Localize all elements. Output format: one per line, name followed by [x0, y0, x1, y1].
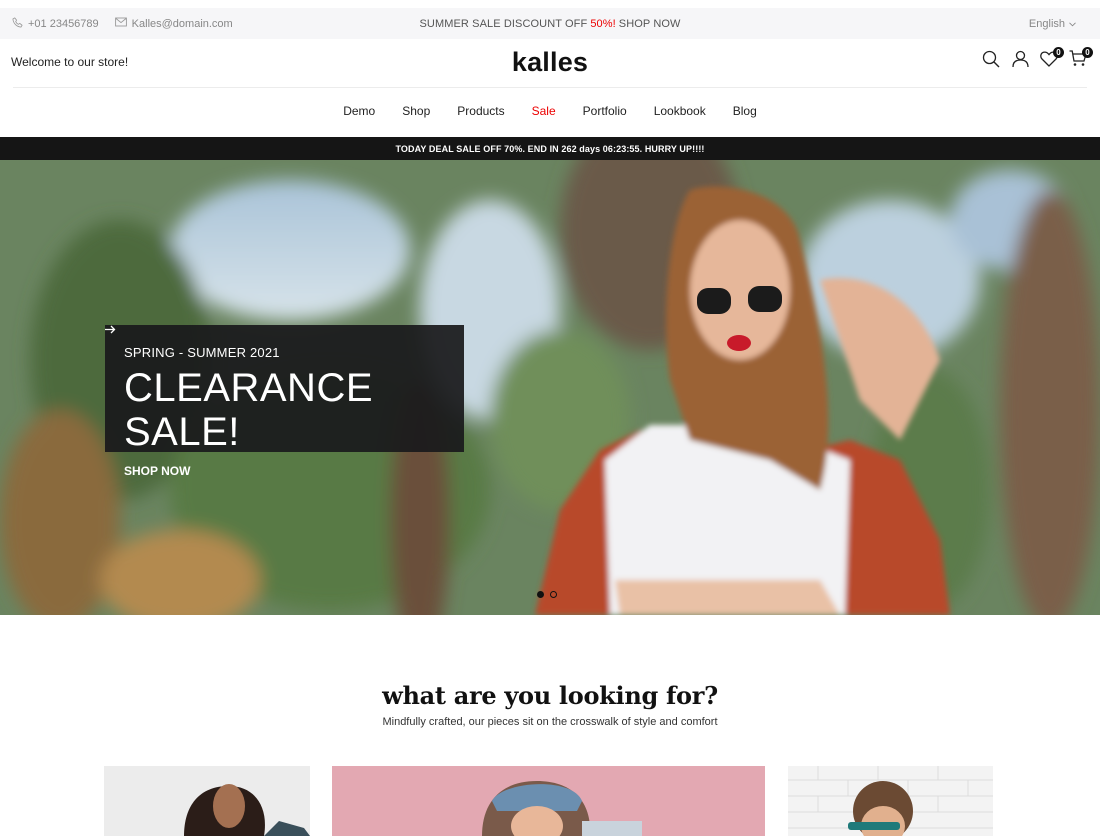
search-icon: [982, 50, 1000, 73]
hero-title: CLEARANCE SALE!: [124, 366, 374, 454]
nav-item-blog[interactable]: Blog: [733, 104, 757, 118]
deal-countdown-text: TODAY DEAL SALE OFF 70%. END IN 262 days…: [395, 143, 705, 154]
nav-item-demo[interactable]: Demo: [343, 104, 375, 118]
hero-subtitle: SPRING - SUMMER 2021: [124, 345, 280, 360]
hero-cta-label: SHOP NOW: [124, 464, 191, 478]
wishlist-button[interactable]: 0: [1039, 47, 1064, 71]
promo-text: SUMMER SALE DISCOUNT OFF: [419, 17, 588, 30]
main-navigation: Demo Shop Products Sale Portfolio Lookbo…: [0, 88, 1100, 134]
promo-shop-now-link[interactable]: SHOP NOW: [619, 18, 681, 30]
nav-item-shop[interactable]: Shop: [402, 104, 430, 118]
user-icon: [1011, 50, 1029, 73]
categories-subheading: Mindfully crafted, our pieces sit on the…: [382, 716, 718, 728]
nav-item-portfolio[interactable]: Portfolio: [583, 104, 627, 118]
slider-pagination: [537, 591, 557, 598]
nav-item-lookbook[interactable]: Lookbook: [654, 104, 706, 118]
categories-heading: what are you looking for?: [382, 681, 718, 710]
cart-button[interactable]: 0: [1068, 47, 1093, 71]
category-image: [104, 766, 310, 836]
slider-dot-2[interactable]: [550, 591, 557, 598]
promo-message: SUMMER SALE DISCOUNT OFF 50%! SHOP NOW: [0, 8, 1100, 39]
chevron-down-icon: [1069, 18, 1076, 30]
category-card[interactable]: [332, 766, 765, 836]
cart-count-badge: 0: [1082, 47, 1093, 58]
nav-item-products[interactable]: Products: [457, 104, 504, 118]
language-label: English: [1028, 17, 1065, 30]
category-card[interactable]: [788, 766, 993, 836]
deal-countdown-bar: TODAY DEAL SALE OFF 70%. END IN 262 days…: [0, 137, 1100, 160]
category-card[interactable]: [104, 766, 310, 836]
language-selector[interactable]: English: [1029, 8, 1076, 39]
hero-caption-box: SPRING - SUMMER 2021 CLEARANCE SALE! SHO…: [105, 325, 464, 478]
wishlist-count-badge: 0: [1053, 47, 1064, 58]
site-header: Welcome to our store! kalles 0 0: [0, 39, 1100, 87]
account-button[interactable]: [1010, 50, 1030, 73]
site-logo[interactable]: kalles: [0, 47, 1100, 78]
top-info-bar: +01 23456789 Kalles@domain.com SUMMER SA…: [0, 8, 1100, 39]
category-image: [788, 766, 993, 836]
slider-dot-1[interactable]: [537, 591, 544, 598]
hero-slider[interactable]: SPRING - SUMMER 2021 CLEARANCE SALE! SHO…: [0, 160, 1100, 615]
header-actions: 0 0: [981, 47, 1093, 73]
hero-shop-now-button[interactable]: SHOP NOW: [105, 325, 195, 478]
nav-item-sale[interactable]: Sale: [532, 104, 556, 118]
promo-percent: 50%!: [590, 17, 616, 30]
search-button[interactable]: [981, 50, 1001, 73]
category-image: [332, 766, 765, 836]
